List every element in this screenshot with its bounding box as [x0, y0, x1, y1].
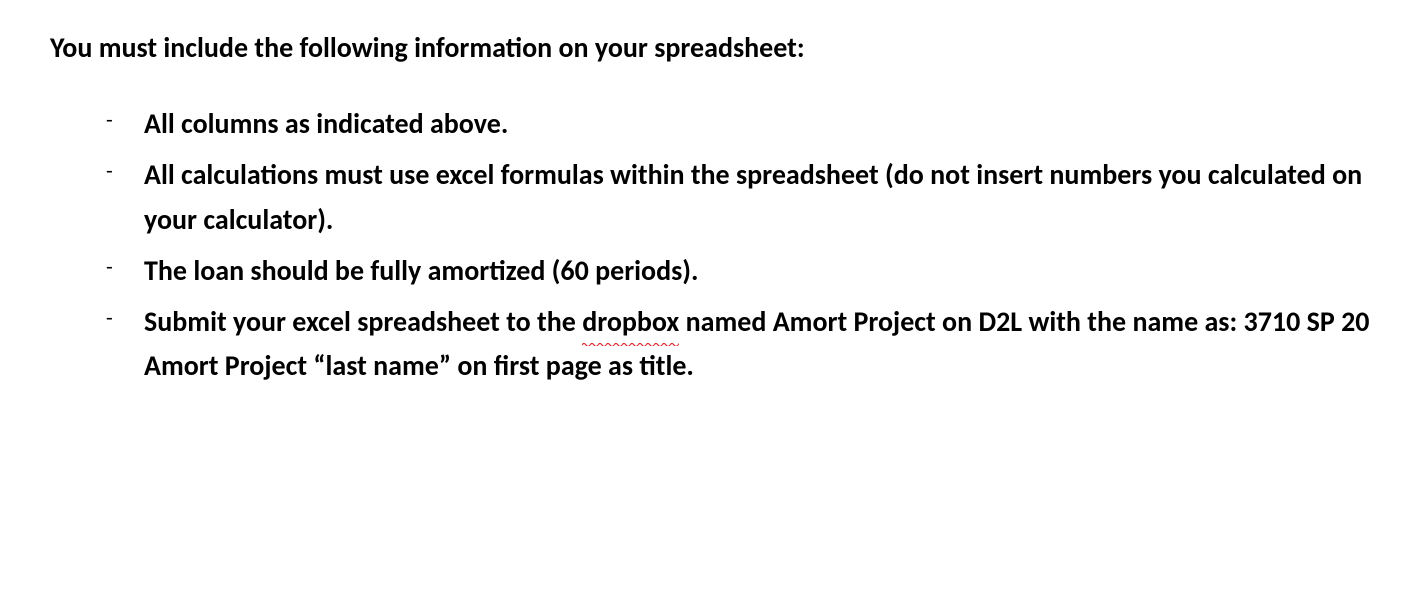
bullet-dash-icon: - — [100, 102, 144, 137]
list-item-text: All calculations must use excel formulas… — [144, 153, 1370, 243]
list-item: - Submit your excel spreadsheet to the d… — [100, 300, 1370, 390]
instructions-heading: You must include the following informati… — [50, 30, 1370, 66]
spellcheck-underline-word: dropbox — [582, 300, 679, 345]
list-item-text: Submit your excel spreadsheet to the dro… — [144, 300, 1370, 390]
bullet-dash-icon: - — [100, 249, 144, 284]
requirements-list: - All columns as indicated above. - All … — [50, 102, 1370, 389]
list-item: - The loan should be fully amortized (60… — [100, 249, 1370, 294]
list-item-text: All columns as indicated above. — [144, 102, 1370, 147]
text-prefix: Submit your excel spreadsheet to the — [144, 304, 582, 339]
list-item: - All calculations must use excel formul… — [100, 153, 1370, 243]
list-item-text: The loan should be fully amortized (60 p… — [144, 249, 1370, 294]
list-item: - All columns as indicated above. — [100, 102, 1370, 147]
bullet-dash-icon: - — [100, 153, 144, 188]
bullet-dash-icon: - — [100, 300, 144, 335]
